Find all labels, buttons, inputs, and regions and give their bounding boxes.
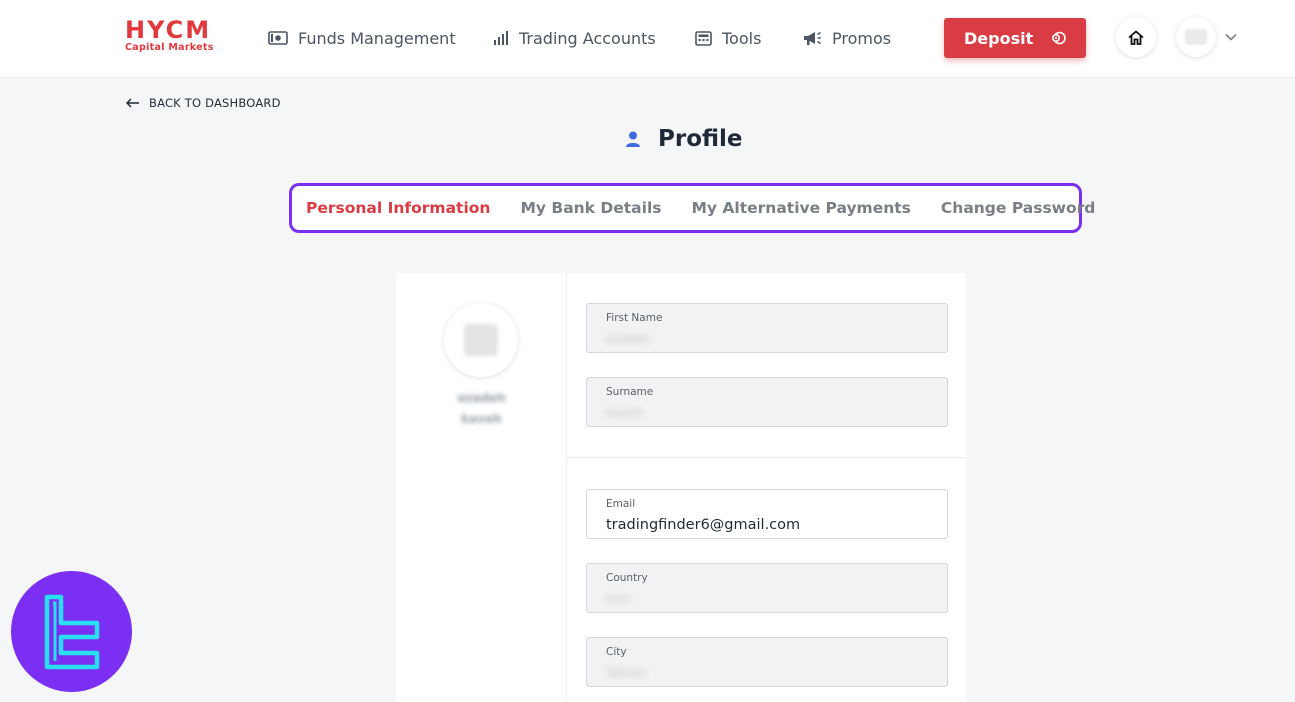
avatar bbox=[1185, 29, 1207, 45]
surname-field[interactable]: Surname kaveh bbox=[586, 377, 948, 427]
first-name-field[interactable]: First Name azadeh bbox=[586, 303, 948, 353]
top-header: HYCM Capital Markets Funds Management Tr… bbox=[0, 0, 1295, 78]
nav-tools[interactable]: Tools bbox=[695, 26, 761, 50]
deposit-label: Deposit bbox=[964, 28, 1034, 48]
personal-info-form: First Name azadeh Surname kaveh Email tr… bbox=[567, 273, 966, 702]
profile-tabs: Personal Information My Bank Details My … bbox=[289, 183, 1095, 233]
city-label: City bbox=[606, 646, 627, 658]
user-icon bbox=[626, 131, 640, 147]
profile-surname: kaveh bbox=[461, 412, 502, 426]
tab-personal-information[interactable]: Personal Information bbox=[306, 199, 490, 217]
arrow-left-icon bbox=[126, 98, 139, 108]
country-field[interactable]: Country Iran bbox=[586, 563, 948, 613]
brand-name: HYCM bbox=[125, 16, 212, 44]
nav-label: Funds Management bbox=[298, 28, 456, 48]
email-value: tradingfinder6@gmail.com bbox=[606, 517, 801, 533]
home-button[interactable] bbox=[1116, 17, 1156, 57]
city-value: Tehran bbox=[606, 666, 647, 680]
first-name-label: First Name bbox=[606, 312, 663, 324]
country-value: Iran bbox=[606, 592, 630, 606]
watermark-logo bbox=[11, 571, 132, 692]
nav-trading-accounts[interactable]: Trading Accounts bbox=[493, 26, 656, 50]
tab-change-password[interactable]: Change Password bbox=[941, 199, 1095, 217]
country-label: Country bbox=[606, 572, 648, 584]
deposit-button[interactable]: Deposit bbox=[944, 18, 1086, 58]
nav-label: Promos bbox=[832, 28, 892, 48]
surname-value: kaveh bbox=[606, 406, 643, 420]
surname-label: Surname bbox=[606, 386, 654, 398]
brand-logo[interactable]: HYCM Capital Markets bbox=[125, 18, 220, 58]
city-field[interactable]: City Tehran bbox=[586, 637, 948, 687]
profile-first-name: azadeh bbox=[457, 391, 506, 405]
back-to-dashboard-link[interactable]: BACK TO DASHBOARD bbox=[126, 96, 281, 110]
home-icon bbox=[1128, 29, 1144, 45]
user-avatar-button[interactable] bbox=[1176, 17, 1216, 57]
first-name-value: azadeh bbox=[606, 332, 650, 346]
chevron-down-icon[interactable] bbox=[1224, 32, 1238, 42]
tab-my-alternative-payments[interactable]: My Alternative Payments bbox=[692, 199, 911, 217]
tf-logo-icon bbox=[44, 594, 99, 669]
nav-promos[interactable]: Promos bbox=[802, 26, 891, 50]
megaphone-icon bbox=[804, 31, 821, 45]
profile-summary-card: azadeh kaveh bbox=[396, 273, 567, 702]
nav-funds-management[interactable]: Funds Management bbox=[268, 26, 456, 50]
profile-avatar[interactable] bbox=[444, 303, 518, 377]
nav-label: Tools bbox=[722, 28, 762, 48]
email-field[interactable]: Email tradingfinder6@gmail.com bbox=[586, 489, 948, 539]
page-title-text: Profile bbox=[658, 126, 743, 152]
back-label: BACK TO DASHBOARD bbox=[149, 96, 281, 110]
section-divider bbox=[567, 457, 966, 458]
calculator-icon bbox=[695, 30, 712, 46]
email-label: Email bbox=[606, 498, 636, 510]
page-title: Profile bbox=[624, 126, 743, 152]
bar-chart-icon bbox=[494, 31, 508, 45]
coins-icon bbox=[1051, 31, 1066, 45]
money-icon bbox=[268, 31, 288, 45]
avatar-image bbox=[464, 324, 498, 356]
tab-my-bank-details[interactable]: My Bank Details bbox=[520, 199, 661, 217]
nav-label: Trading Accounts bbox=[519, 28, 656, 48]
brand-tagline: Capital Markets bbox=[125, 42, 214, 53]
